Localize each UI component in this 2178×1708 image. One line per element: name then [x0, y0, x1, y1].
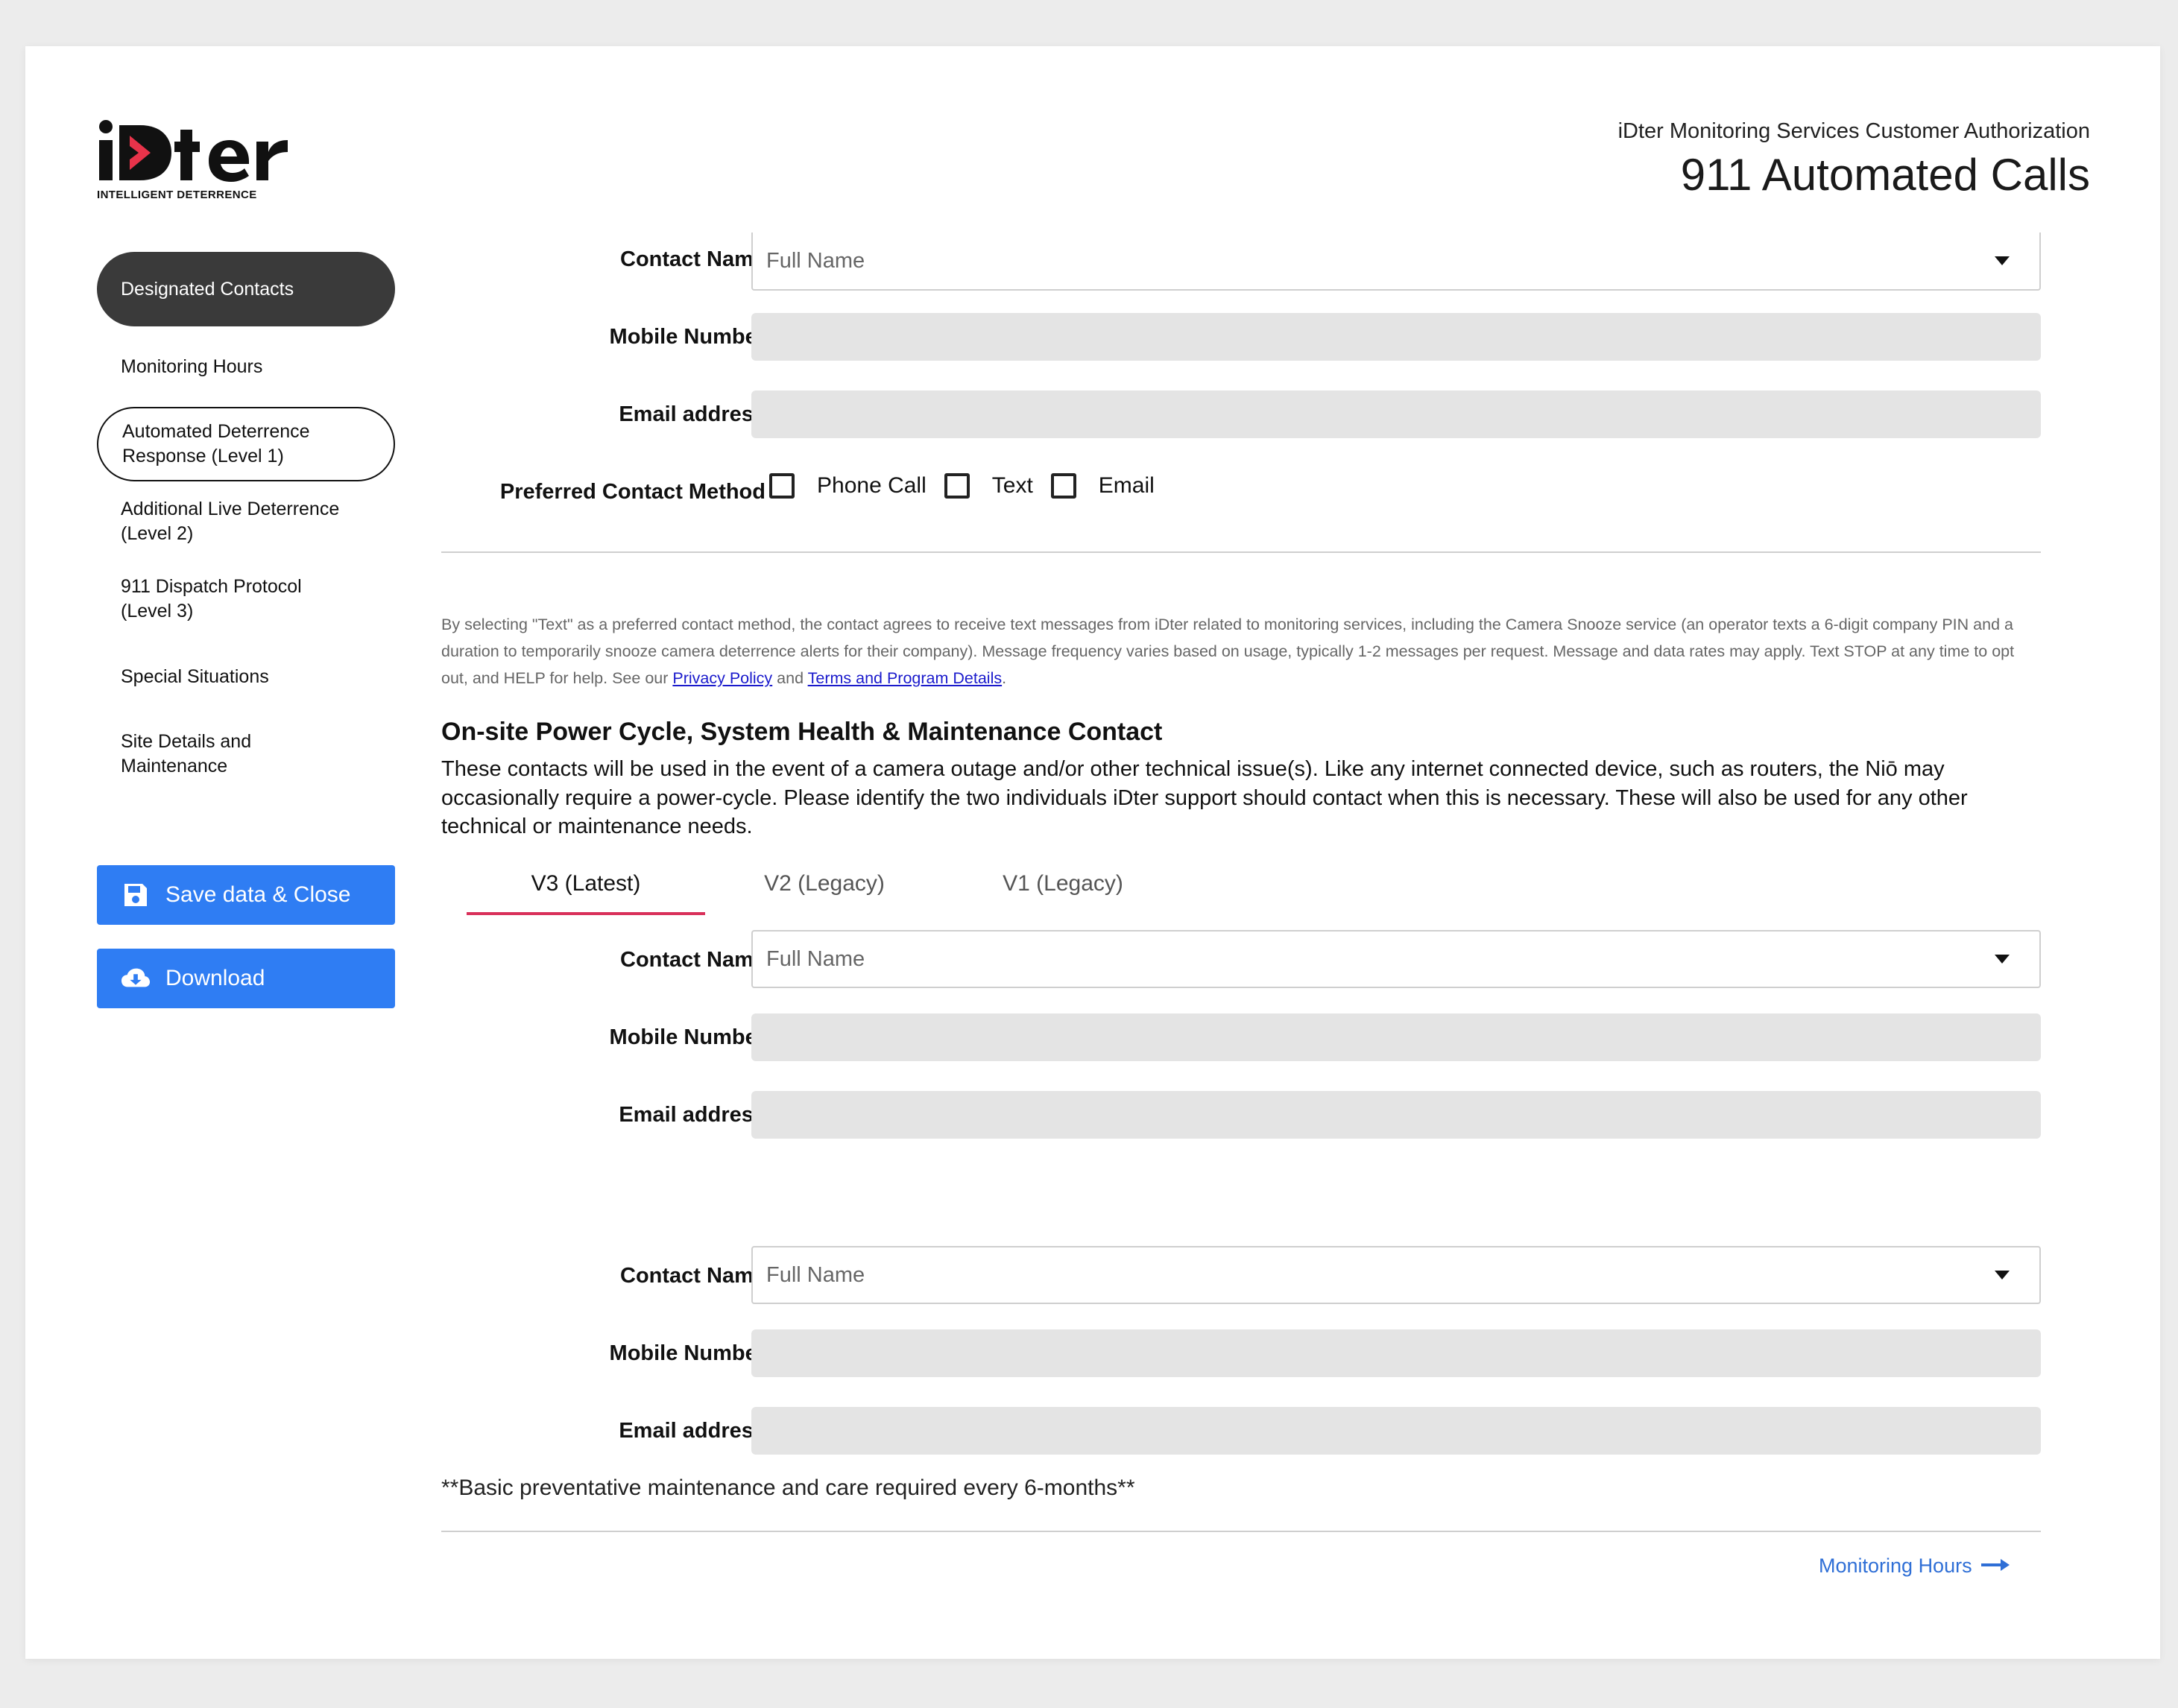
sidebar-item-automated-deterrence[interactable]: Automated Deterrence Response (Level 1): [97, 407, 395, 481]
sidebar-item-live-deterrence[interactable]: Additional Live Deterrence (Level 2): [97, 484, 395, 559]
next-link-label: Monitoring Hours: [1819, 1554, 1972, 1577]
terms-link[interactable]: Terms and Program Details: [808, 669, 1002, 687]
maintenance-section-description: These contacts will be used in the event…: [441, 757, 1968, 838]
contact-name-label: Contact Name: [620, 1264, 766, 1288]
mobile-number-field[interactable]: [751, 1329, 2041, 1377]
preferred-contact-label: Preferred Contact Method: [499, 480, 766, 504]
next-monitoring-hours-link[interactable]: Monitoring Hours: [1819, 1554, 2011, 1578]
email-address-field[interactable]: [751, 1091, 2041, 1139]
download-label: Download: [165, 966, 265, 990]
contact-name-placeholder: Full Name: [766, 248, 865, 273]
preferred-contact-methods: Phone Call Text Email: [769, 468, 1172, 504]
divider: [441, 551, 2041, 553]
sidebar-item-911-dispatch[interactable]: 911 Dispatch Protocol (Level 3): [97, 562, 395, 636]
divider: [441, 1531, 2041, 1532]
email-address-label: Email address: [619, 402, 766, 426]
disclaimer-and: and: [772, 669, 808, 687]
contact-name-label: Contact Name: [620, 948, 766, 972]
logo-tagline: INTELLIGENT DETERRENCE: [97, 189, 257, 201]
sidebar-item-site-details[interactable]: Site Details and Maintenance: [97, 717, 395, 791]
email-address-field[interactable]: [751, 390, 2041, 438]
mobile-number-label: Mobile Number: [609, 325, 766, 349]
chevron-down-icon: [1995, 955, 2010, 964]
contact-name-select[interactable]: Full Name: [751, 1246, 2041, 1304]
contact-name-label: Contact Name: [620, 247, 766, 271]
text-checkbox[interactable]: [944, 473, 970, 499]
sidebar-item-monitoring-hours[interactable]: Monitoring Hours: [97, 344, 395, 389]
email-address-label: Email address: [619, 1103, 766, 1127]
contact-name-placeholder: Full Name: [766, 946, 865, 971]
text-label: Text: [991, 473, 1033, 498]
sidebar-item-label: Monitoring Hours: [121, 355, 263, 377]
maintenance-note: **Basic preventative maintenance and car…: [441, 1475, 1135, 1500]
floppy-disk-icon: [121, 880, 151, 910]
sidebar-item-designated-contacts[interactable]: Designated Contacts: [97, 252, 395, 326]
sidebar-item-label: Automated Deterrence Response (Level 1): [122, 421, 310, 466]
contact-name-placeholder: Full Name: [766, 1262, 865, 1287]
sms-disclaimer: By selecting "Text" as a preferred conta…: [441, 611, 2041, 692]
mobile-number-field[interactable]: [751, 1013, 2041, 1061]
email-address-label: Email address: [619, 1419, 766, 1443]
tab-v1-legacy[interactable]: V1 (Legacy): [944, 863, 1182, 915]
maintenance-section-title: On-site Power Cycle, System Health & Mai…: [441, 718, 1163, 746]
mobile-number-label: Mobile Number: [609, 1341, 766, 1365]
page-title: 911 Automated Calls: [1680, 150, 2090, 200]
disclaimer-end: .: [1002, 669, 1007, 687]
sidebar-item-label: Special Situations: [121, 665, 269, 687]
page-subtitle: iDter Monitoring Services Customer Autho…: [1617, 119, 2090, 143]
tab-v2-legacy[interactable]: V2 (Legacy): [705, 863, 944, 915]
email-checkbox[interactable]: [1050, 473, 1076, 499]
contact-name-select[interactable]: Full Name: [751, 233, 2041, 291]
sidebar-item-label: Designated Contacts: [121, 278, 294, 300]
sidebar-item-label: Site Details and Maintenance: [121, 731, 252, 776]
phone-call-label: Phone Call: [817, 473, 927, 498]
sidebar-item-label: Additional Live Deterrence (Level 2): [121, 499, 340, 544]
email-label: Email: [1098, 473, 1155, 498]
chevron-down-icon: [1995, 1271, 2010, 1280]
mobile-number-label: Mobile Number: [609, 1025, 766, 1049]
privacy-policy-link[interactable]: Privacy Policy: [672, 669, 772, 687]
tab-v3-latest[interactable]: V3 (Latest): [467, 863, 705, 915]
sidebar-item-label: 911 Dispatch Protocol (Level 3): [121, 576, 302, 621]
arrow-right-icon: [1980, 1554, 2011, 1578]
save-close-label: Save data & Close: [165, 882, 351, 907]
download-button[interactable]: Download: [97, 949, 395, 1008]
save-close-button[interactable]: Save data & Close: [97, 865, 395, 925]
chevron-down-icon: [1995, 256, 2010, 265]
email-address-field[interactable]: [751, 1407, 2041, 1455]
sidebar-item-special-situations[interactable]: Special Situations: [97, 654, 395, 699]
contact-name-select[interactable]: Full Name: [751, 930, 2041, 988]
cloud-download-icon: [121, 964, 151, 993]
phone-call-checkbox[interactable]: [769, 473, 795, 499]
mobile-number-field[interactable]: [751, 313, 2041, 361]
